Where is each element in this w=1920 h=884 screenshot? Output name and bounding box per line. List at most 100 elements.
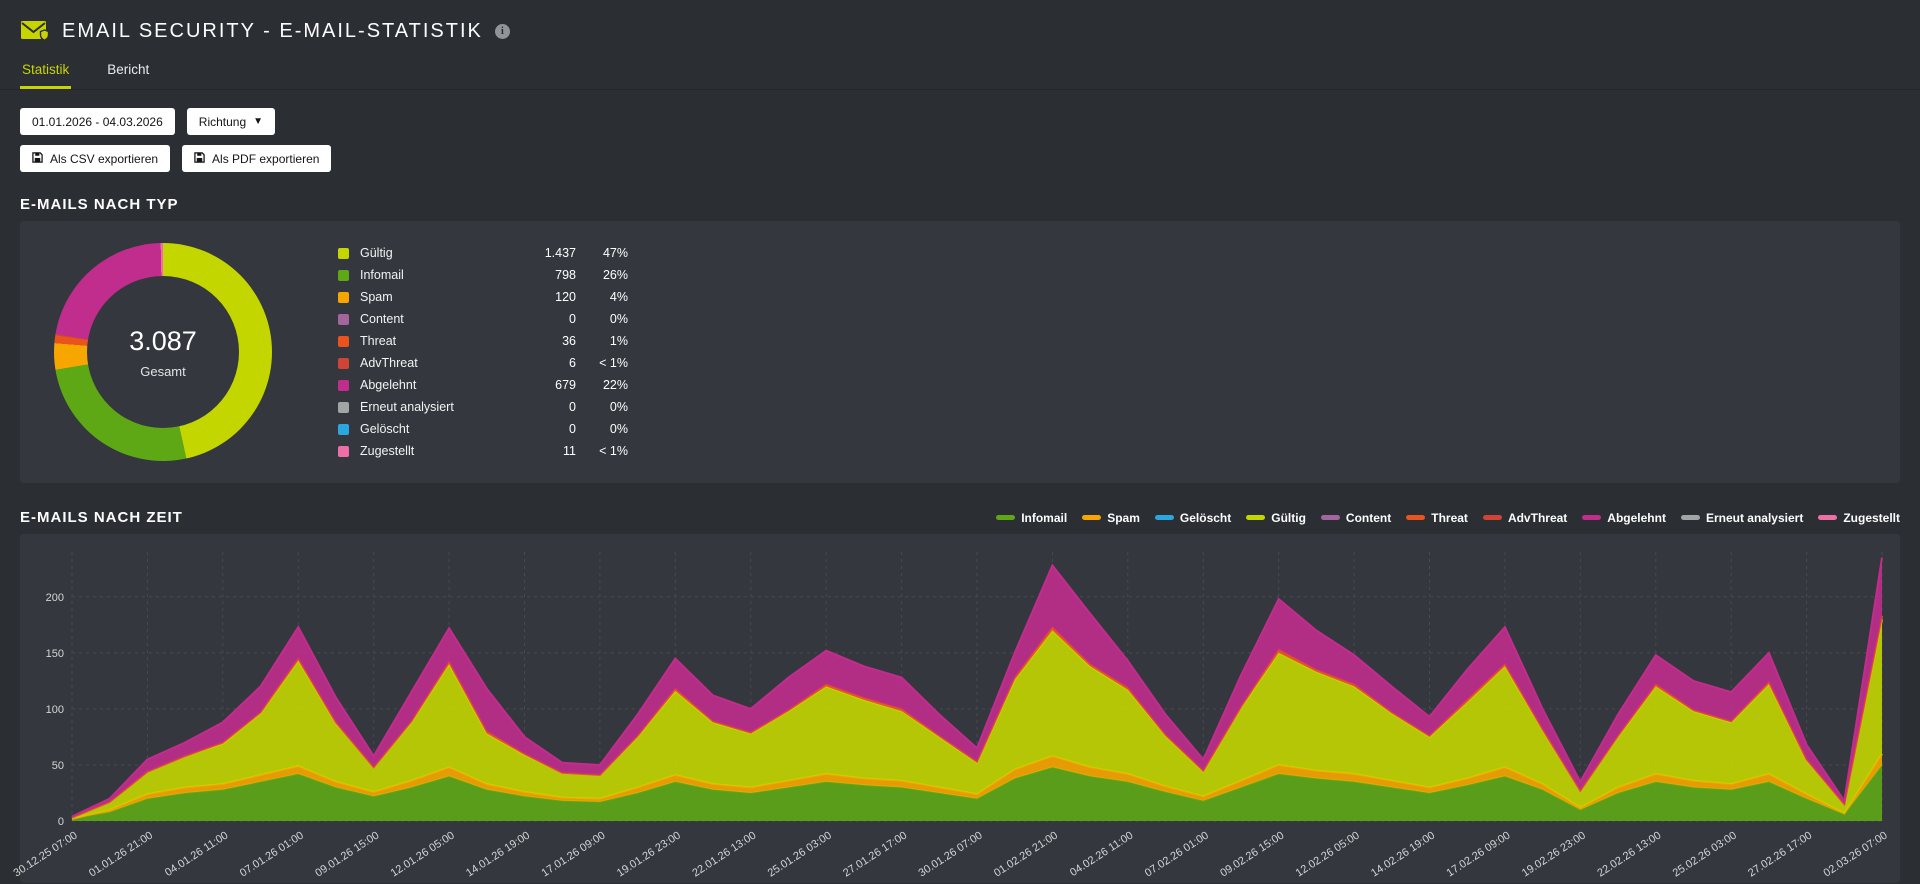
x-axis-tick: 25.01.26 03:00 [766, 829, 834, 879]
legend-swatch [338, 357, 349, 369]
x-axis-tick: 02.03.26 07:00 [1822, 829, 1890, 879]
legend-percent: 1% [609, 334, 628, 348]
legend-percent: 4% [609, 290, 628, 304]
time-legend-item[interactable]: AdvThreat [1482, 511, 1567, 525]
type-legend-row[interactable]: Threat 36 1% [338, 330, 628, 352]
legend-line-swatch [1680, 515, 1700, 520]
time-legend-item[interactable]: Spam [1082, 511, 1140, 525]
legend-swatch [338, 401, 349, 413]
type-legend-row[interactable]: Infomail 798 26% [338, 264, 628, 286]
chevron-down-icon: ▼ [253, 116, 264, 127]
legend-label: AdvThreat [360, 356, 418, 370]
legend-swatch [338, 291, 349, 303]
legend-percent: 26% [602, 268, 628, 282]
x-axis-tick: 30.12.25 07:00 [12, 829, 80, 879]
time-chart-svg[interactable]: 0 50 100 150 200 30.12.25 07:00 01.01.26 21:00… [12, 544, 1898, 879]
legend-label: Content [360, 312, 404, 326]
time-legend-item[interactable]: Gültig [1246, 511, 1306, 525]
save-icon [194, 151, 205, 166]
x-axis-tick: 07.01.26 01:00 [238, 829, 306, 879]
x-axis-tick: 04.01.26 11:00 [163, 829, 230, 879]
time-legend-item[interactable]: Infomail [996, 511, 1067, 525]
legend-label: Erneut analysiert [360, 400, 454, 414]
direction-dropdown[interactable]: Richtung ▼ [186, 108, 276, 135]
export-csv-label: Als CSV exportieren [50, 151, 159, 166]
x-axis-tick: 17.01.26 09:00 [539, 829, 607, 879]
export-pdf-button[interactable]: Als PDF exportieren [182, 145, 332, 172]
tab-statistik[interactable]: Statistik [20, 58, 72, 89]
x-axis-tick: 19.01.26 23:00 [615, 829, 683, 879]
x-axis-tick: 14.02.26 19:00 [1369, 829, 1437, 879]
donut-chart-wrap: 3.087 Gesamt [54, 243, 272, 461]
y-axis-tick: 150 [46, 648, 64, 660]
legend-label: Zugestellt [360, 444, 415, 458]
x-axis-tick: 27.02.26 17:00 [1746, 829, 1814, 879]
time-legend-item[interactable]: Threat [1406, 511, 1468, 525]
time-chart-legend: Infomail Spam Gelöscht Gültig Content Threat A… [996, 511, 1900, 525]
legend-line-swatch [1246, 515, 1266, 520]
type-legend-row[interactable]: Spam 120 4% [338, 286, 628, 308]
x-axis-tick: 09.02.26 15:00 [1218, 829, 1286, 879]
time-legend-item[interactable]: Content [1320, 510, 1392, 525]
donut-total-caption: Gesamt [140, 363, 186, 379]
x-axis-tick: 14.01.26 19:00 [464, 829, 532, 879]
legend-value: 36 [562, 334, 576, 348]
y-axis-tick: 0 [58, 816, 64, 828]
legend-label: Threat [360, 334, 397, 348]
info-icon[interactable]: i [494, 23, 510, 39]
date-range-label: 01.01.2026 - 04.03.2026 [32, 114, 163, 129]
y-axis-tick: 200 [46, 592, 64, 604]
x-axis-tick: 01.02.26 21:00 [992, 829, 1060, 879]
section-title-by-type: E-MAILS NACH TYP [20, 196, 179, 213]
page-title: EMAIL SECURITY - E-MAIL-STATISTIK [62, 19, 483, 42]
time-legend-item[interactable]: Erneut analysiert [1680, 511, 1803, 525]
export-csv-button[interactable]: Als CSV exportieren [20, 145, 171, 172]
legend-label: Threat [1431, 510, 1468, 525]
legend-swatch [338, 445, 349, 457]
x-axis-tick: 27.01.26 17:00 [841, 829, 909, 879]
time-legend-item[interactable]: Abgelehnt [1582, 511, 1666, 525]
legend-label: Spam [360, 290, 393, 304]
tab-bericht[interactable]: Bericht [105, 58, 151, 89]
x-axis-tick: 17.02.26 09:00 [1444, 829, 1512, 879]
section-title-by-time: E-MAILS NACH ZEIT [20, 509, 183, 526]
legend-value: 679 [555, 378, 576, 392]
donut-center: 3.087 Gesamt [87, 276, 239, 428]
x-axis-tick: 09.01.26 15:00 [313, 829, 381, 879]
legend-label: Infomail [1021, 510, 1068, 525]
type-legend-row[interactable]: Gelöscht 0 0% [338, 418, 628, 440]
time-legend-item[interactable]: Zugestellt [1818, 511, 1900, 525]
legend-label: Gültig [360, 246, 393, 260]
type-legend-row[interactable]: Gültig 1.437 47% [338, 242, 628, 264]
type-legend-row[interactable]: Abgelehnt 679 22% [338, 374, 628, 396]
export-toolbar: Als CSV exportieren Als PDF exportieren [0, 145, 1920, 172]
x-axis-tick: 19.02.26 23:00 [1520, 829, 1588, 879]
legend-value: 0 [569, 400, 576, 414]
x-axis-tick: 12.02.26 05:00 [1294, 829, 1362, 879]
legend-percent: 47% [602, 246, 628, 260]
export-pdf-label: Als PDF exportieren [212, 151, 320, 166]
legend-label: Content [1345, 510, 1392, 525]
legend-line-swatch [1406, 515, 1426, 520]
legend-percent: 0% [609, 422, 628, 436]
page-header: EMAIL SECURITY - E-MAIL-STATISTIK i [0, 0, 1920, 46]
save-icon [32, 151, 43, 166]
type-legend-row[interactable]: Erneut analysiert 0 0% [338, 396, 628, 418]
legend-value: 0 [569, 312, 576, 326]
direction-label: Richtung [198, 114, 247, 129]
x-axis-tick: 22.01.26 13:00 [690, 829, 758, 879]
type-legend-row[interactable]: AdvThreat 6 < 1% [338, 352, 628, 374]
legend-label: Gelöscht [360, 422, 410, 436]
legend-line-swatch [1818, 515, 1838, 520]
type-legend-row[interactable]: Zugestellt 11 < 1% [338, 440, 628, 462]
legend-swatch [338, 335, 349, 347]
time-legend-item[interactable]: Gelöscht [1154, 511, 1231, 525]
legend-swatch [338, 269, 349, 281]
legend-value: 120 [555, 290, 576, 304]
legend-line-swatch [996, 515, 1016, 520]
date-range-button[interactable]: 01.01.2026 - 04.03.2026 [20, 108, 175, 135]
type-legend-row[interactable]: Content 0 0% [338, 308, 628, 330]
legend-line-swatch [1082, 515, 1102, 520]
time-chart[interactable]: 0 50 100 150 200 30.12.25 07:00 01.01.26 21:00… [12, 544, 1894, 879]
legend-swatch [338, 379, 349, 391]
